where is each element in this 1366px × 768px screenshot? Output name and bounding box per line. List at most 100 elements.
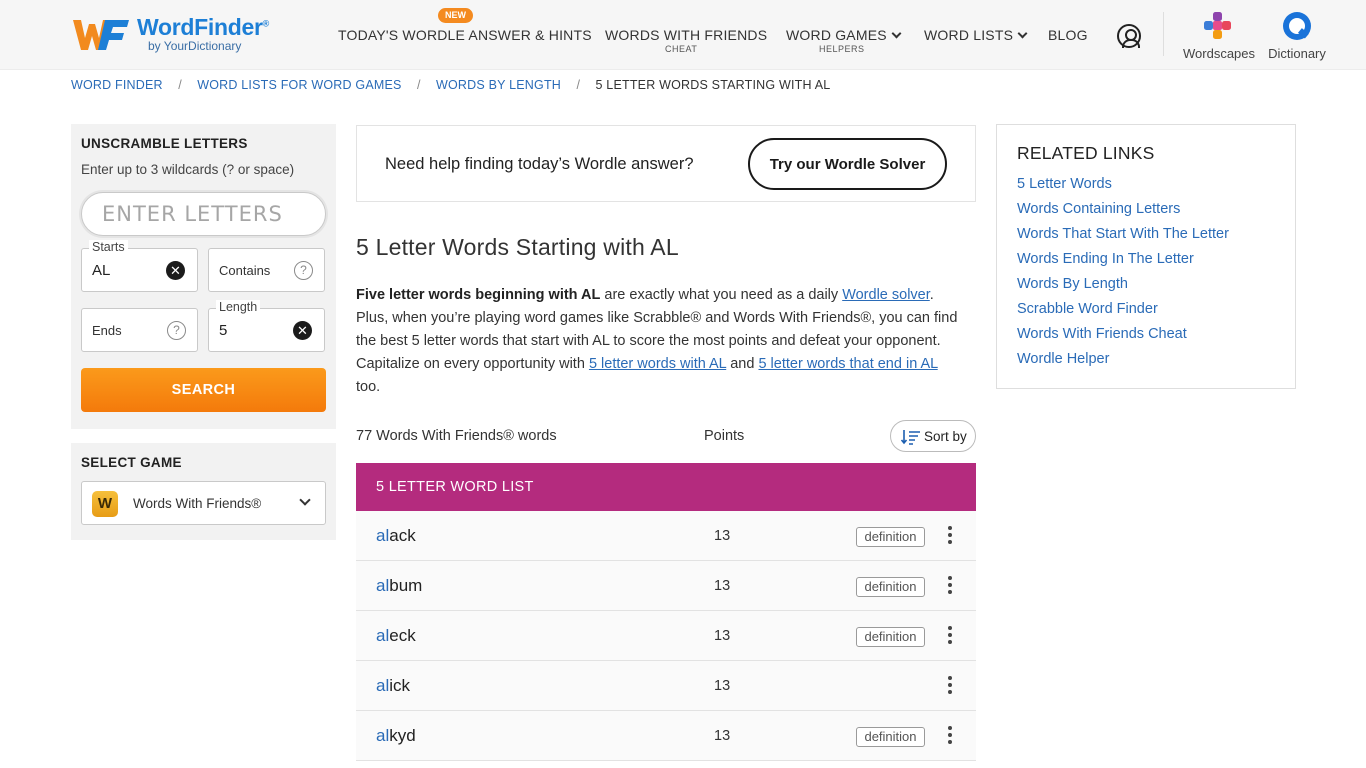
wordle-solver-button[interactable]: Try our Wordle Solver (748, 138, 947, 190)
contains-placeholder: Contains (219, 263, 271, 278)
table-row[interactable]: alack 13 definition (356, 511, 976, 561)
words-with-al-link[interactable]: 5 letter words with AL (589, 356, 726, 372)
wordfinder-logo[interactable]: WordFinder® by YourDictionary (71, 14, 271, 56)
wordscapes-icon (1204, 12, 1231, 39)
nav-word-lists[interactable]: WORD LISTS (924, 27, 1028, 43)
related-link-words-ending-in[interactable]: Words Ending In The Letter (1017, 247, 1275, 272)
clear-icon[interactable]: ✕ (166, 261, 185, 280)
clear-icon[interactable]: ✕ (293, 321, 312, 340)
word-points: 13 (714, 728, 731, 744)
nav-blog[interactable]: BLOG (1048, 27, 1088, 43)
wordle-promo: Need help finding today’s Wordle answer?… (356, 125, 976, 202)
letters-input[interactable] (81, 192, 326, 236)
sort-label: Sort by (924, 429, 967, 444)
breadcrumb-separator: / (576, 78, 580, 92)
game-select-value: Words With Friends® (133, 496, 262, 511)
dictionary-link[interactable]: Dictionary (1265, 10, 1329, 61)
account-icon[interactable] (1117, 24, 1141, 48)
length-label: Length (216, 300, 261, 314)
word: album (376, 576, 423, 595)
word: alick (376, 676, 411, 695)
words-end-in-al-link[interactable]: 5 letter words that end in AL (758, 356, 937, 372)
definition-button[interactable]: definition (856, 527, 925, 547)
word-points: 13 (714, 578, 731, 594)
breadcrumb-separator: / (178, 78, 182, 92)
more-options-icon[interactable] (946, 676, 954, 696)
table-row[interactable]: album 13 definition (356, 561, 976, 611)
starts-label: Starts (89, 240, 128, 254)
related-link-5-letter-words[interactable]: 5 Letter Words (1017, 172, 1275, 197)
nav-word-games-label: WORD GAMES (786, 27, 887, 43)
word-points: 13 (714, 628, 731, 644)
ends-field[interactable]: Ends ? (81, 308, 198, 352)
more-options-icon[interactable] (946, 726, 954, 746)
search-button[interactable]: SEARCH (81, 368, 326, 412)
definition-button[interactable]: definition (856, 627, 925, 647)
more-options-icon[interactable] (946, 576, 954, 596)
nav-word-games[interactable]: WORD GAMES (786, 27, 902, 43)
points-column-label: Points (704, 428, 745, 444)
intro-text-4: too. (356, 379, 381, 395)
game-select[interactable]: W Words With Friends® (81, 481, 326, 525)
intro-paragraph: Five letter words beginning with AL are … (356, 284, 964, 399)
chevron-down-icon (891, 28, 902, 39)
word: alack (376, 526, 416, 545)
word-list-header: 5 LETTER WORD LIST (356, 463, 976, 511)
page-title: 5 Letter Words Starting with AL (356, 234, 679, 260)
related-link-scrabble-word-finder[interactable]: Scrabble Word Finder (1017, 297, 1275, 322)
breadcrumb-words-by-length[interactable]: WORDS BY LENGTH (436, 78, 561, 92)
unscramble-title: UNSCRAMBLE LETTERS (81, 136, 248, 151)
select-game-title: SELECT GAME (81, 455, 182, 470)
select-game-panel: SELECT GAME W Words With Friends® (71, 443, 336, 540)
related-link-words-by-length[interactable]: Words By Length (1017, 272, 1275, 297)
length-value: 5 (219, 322, 228, 339)
wordscapes-label: Wordscapes (1183, 46, 1256, 61)
more-options-icon[interactable] (946, 626, 954, 646)
sort-button[interactable]: Sort by (890, 420, 976, 452)
wordscapes-link[interactable]: Wordscapes (1183, 10, 1256, 61)
help-icon[interactable]: ? (167, 321, 186, 340)
table-row[interactable]: alick 13 (356, 661, 976, 711)
related-links-title: RELATED LINKS (1017, 143, 1155, 163)
nav-wordle-answer[interactable]: TODAY'S WORDLE ANSWER & HINTS (338, 27, 592, 43)
site-header: WordFinder® by YourDictionary NEW TODAY'… (0, 0, 1366, 70)
breadcrumb-separator: / (417, 78, 421, 92)
word-count: 77 Words With Friends® words (356, 428, 557, 444)
unscramble-panel: UNSCRAMBLE LETTERS Enter up to 3 wildcar… (71, 124, 336, 429)
definition-button[interactable]: definition (856, 727, 925, 747)
logo-subtitle: by YourDictionary (148, 39, 242, 53)
related-link-words-containing[interactable]: Words Containing Letters (1017, 197, 1275, 222)
nav-word-games-sub: HELPERS (819, 44, 865, 54)
more-options-icon[interactable] (946, 526, 954, 546)
intro-text-3: and (726, 356, 759, 372)
nav-word-lists-label: WORD LISTS (924, 27, 1014, 43)
breadcrumb-word-lists[interactable]: WORD LISTS FOR WORD GAMES (197, 78, 401, 92)
chevron-down-icon (1017, 28, 1028, 39)
definition-button[interactable]: definition (856, 577, 925, 597)
word-points: 13 (714, 528, 731, 544)
logo-reg: ® (262, 18, 270, 29)
nav-words-with-friends[interactable]: WORDS WITH FRIENDS (605, 27, 767, 43)
intro-bold: Five letter words beginning with AL (356, 287, 601, 303)
wordle-solver-link[interactable]: Wordle solver (842, 287, 930, 303)
sort-icon (901, 430, 920, 445)
word: aleck (376, 626, 416, 645)
table-row[interactable]: aleck 13 definition (356, 611, 976, 661)
chevron-down-icon (299, 494, 311, 506)
dictionary-label: Dictionary (1268, 46, 1326, 61)
help-icon[interactable]: ? (294, 261, 313, 280)
word-points: 13 (714, 678, 731, 694)
dictionary-icon (1283, 12, 1311, 40)
breadcrumb: WORD FINDER / WORD LISTS FOR WORD GAMES … (71, 78, 830, 92)
starts-value: AL (92, 262, 111, 279)
table-row[interactable]: alkyd 13 definition (356, 711, 976, 761)
related-link-wwf-cheat[interactable]: Words With Friends Cheat (1017, 322, 1275, 347)
length-field[interactable]: Length 5 ✕ (208, 300, 325, 352)
logo-name: WordFinder (137, 14, 263, 40)
breadcrumb-word-finder[interactable]: WORD FINDER (71, 78, 163, 92)
starts-field[interactable]: Starts AL ✕ (81, 240, 198, 292)
related-link-wordle-helper[interactable]: Wordle Helper (1017, 347, 1275, 372)
related-link-words-start-with[interactable]: Words That Start With The Letter (1017, 222, 1275, 247)
contains-field[interactable]: Contains ? (208, 248, 325, 292)
word: alkyd (376, 726, 416, 745)
